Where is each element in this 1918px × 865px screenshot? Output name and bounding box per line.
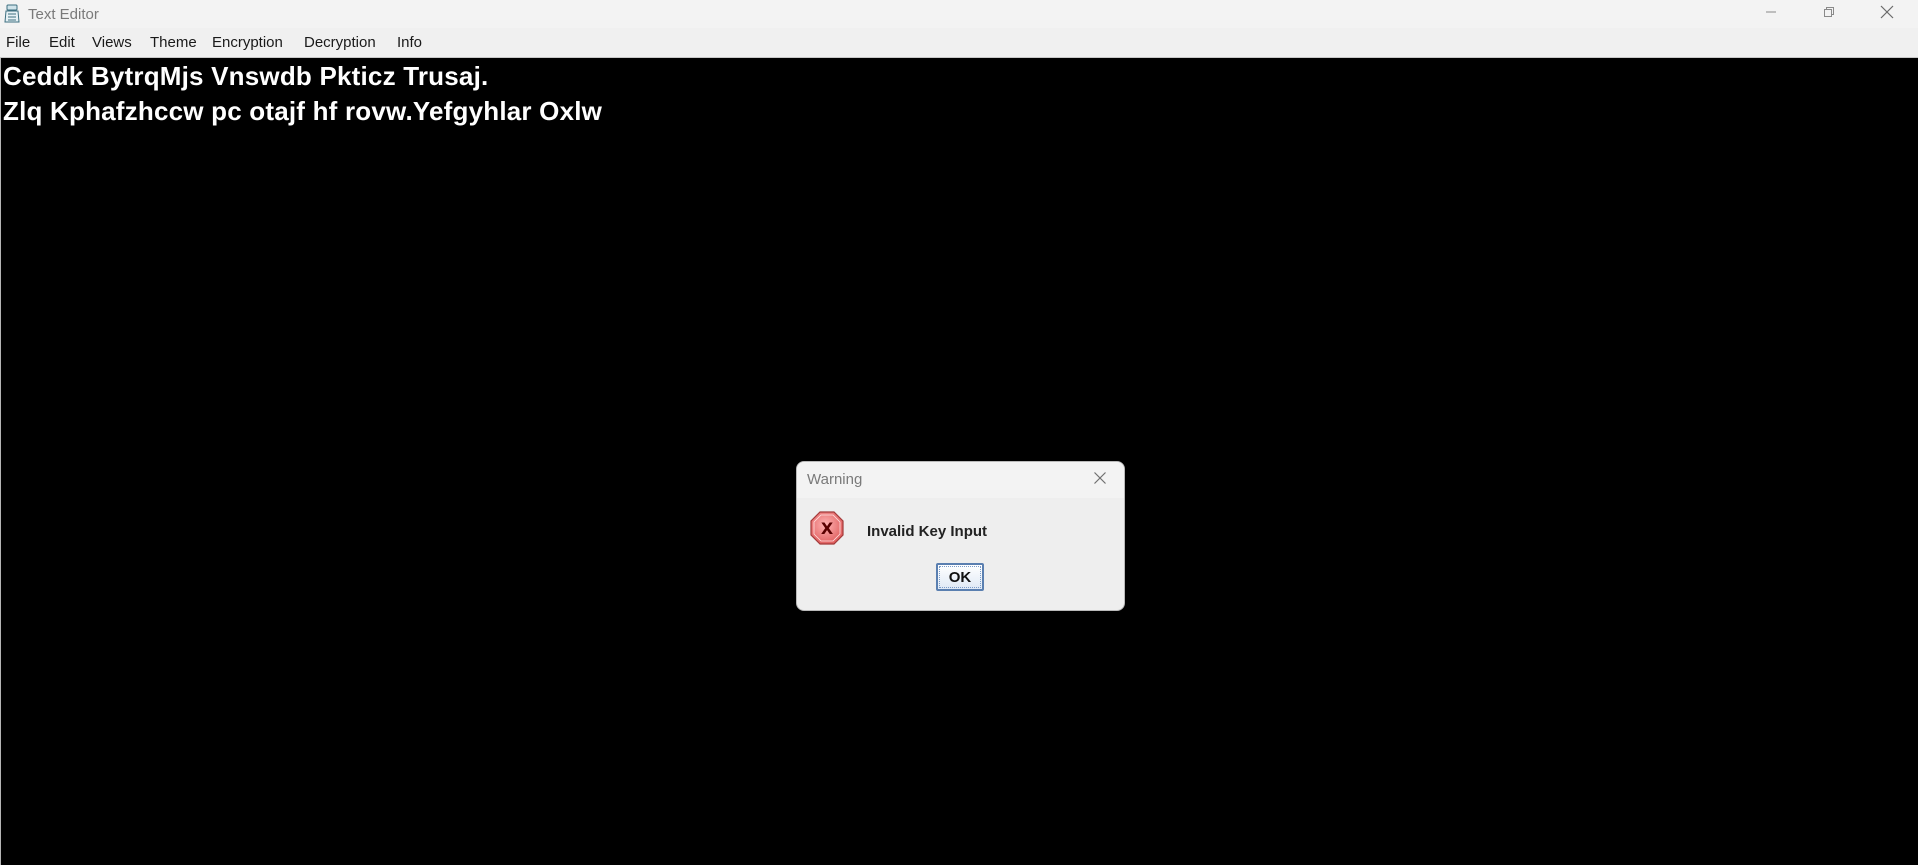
editor-line: Ceddk BytrqMjs Vnswdb Pkticz Trusaj. bbox=[3, 61, 489, 91]
app-icon bbox=[3, 4, 21, 24]
menu-views[interactable]: Views bbox=[92, 34, 132, 51]
warning-dialog: Warning X Invalid Key Input OK bbox=[796, 461, 1125, 611]
title-bar[interactable]: Text Editor bbox=[0, 0, 1918, 28]
close-icon bbox=[1093, 471, 1107, 490]
app-window: Text Editor File Edit Views Theme Encryp… bbox=[0, 0, 1918, 865]
minimize-icon bbox=[1765, 5, 1777, 23]
error-x-icon: X bbox=[809, 510, 845, 546]
restore-icon bbox=[1823, 5, 1835, 23]
dialog-title: Warning bbox=[807, 471, 863, 488]
menu-encryption[interactable]: Encryption bbox=[212, 34, 283, 51]
menu-edit[interactable]: Edit bbox=[49, 34, 75, 51]
window-title: Text Editor bbox=[28, 6, 99, 23]
menu-file[interactable]: File bbox=[6, 34, 30, 51]
dialog-close-button[interactable] bbox=[1089, 469, 1111, 491]
restore-button[interactable] bbox=[1800, 0, 1858, 28]
menu-theme[interactable]: Theme bbox=[150, 34, 197, 51]
ok-button-label: OK bbox=[948, 568, 972, 586]
svg-text:X: X bbox=[821, 519, 834, 538]
minimize-button[interactable] bbox=[1742, 0, 1800, 28]
dialog-title-bar[interactable]: Warning bbox=[797, 462, 1124, 498]
ok-button[interactable]: OK bbox=[936, 563, 984, 591]
close-window-button[interactable] bbox=[1858, 0, 1916, 28]
menu-bar: File Edit Views Theme Encryption Decrypt… bbox=[0, 28, 1918, 58]
dialog-message: Invalid Key Input bbox=[867, 523, 988, 540]
menu-info[interactable]: Info bbox=[397, 34, 422, 51]
menu-decryption[interactable]: Decryption bbox=[304, 34, 376, 51]
close-icon bbox=[1880, 5, 1894, 24]
editor-line: Zlq Kphafzhccw pc otajf hf rovw.Yefgyhla… bbox=[3, 96, 603, 126]
